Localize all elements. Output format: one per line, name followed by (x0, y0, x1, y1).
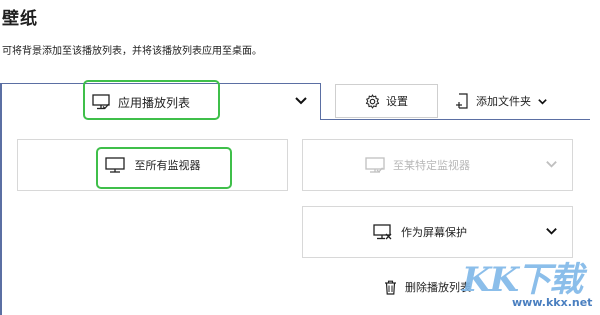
screensaver-dropdown[interactable]: 作为屏幕保护 (302, 206, 573, 258)
watermark-url: www.kkx.net (512, 296, 593, 309)
monitor-close-icon (373, 224, 393, 240)
all-monitors-button[interactable]: 至所有监视器 (17, 139, 288, 191)
add-folder-button[interactable]: 添加文件夹 (455, 84, 575, 118)
screensaver-label: 作为屏幕保护 (401, 226, 467, 239)
add-folder-label: 添加文件夹 (476, 95, 531, 108)
chevron-down-icon (294, 93, 308, 112)
watermark-logo: KK下载 (462, 260, 583, 300)
highlight-box (83, 80, 220, 120)
settings-button[interactable]: 设置 (335, 84, 438, 118)
chevron-down-icon (537, 96, 548, 107)
page-title: 壁纸 (2, 9, 38, 29)
monitor-icon (365, 157, 385, 173)
panel-border-tab (320, 83, 321, 120)
gear-icon (365, 93, 380, 109)
settings-label: 设置 (386, 95, 408, 108)
chevron-down-icon (545, 158, 558, 174)
specific-monitor-dropdown: 至某特定监视器 (302, 139, 573, 191)
add-file-icon (455, 93, 470, 109)
trash-icon (384, 280, 397, 295)
panel-border-left (0, 83, 2, 315)
chevron-down-icon (545, 225, 558, 241)
panel-border-inner (320, 119, 590, 120)
apply-playlist-dropdown[interactable]: 应用播放列表 (80, 80, 320, 120)
page-description: 可将背景添加至该播放列表，并将该播放列表应用至桌面。 (2, 46, 262, 57)
highlight-box (96, 147, 232, 189)
specific-monitor-label: 至某特定监视器 (393, 159, 470, 172)
